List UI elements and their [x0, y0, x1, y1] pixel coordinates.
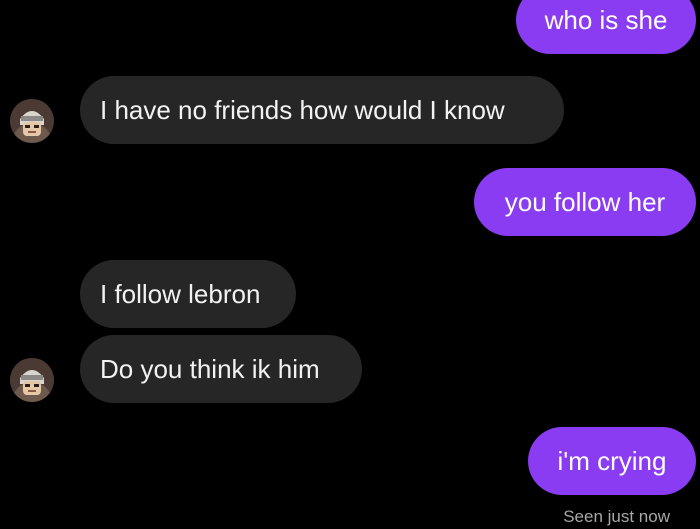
message-bubble-received[interactable]: I have no friends how would I know [80, 76, 564, 144]
contact-avatar-icon[interactable] [10, 358, 54, 402]
message-text: Do you think ik him [100, 354, 320, 384]
message-bubble-sent[interactable]: you follow her [474, 168, 696, 236]
message-text: who is she [544, 5, 668, 35]
message-bubble-sent[interactable]: i'm crying [528, 427, 696, 495]
seen-status: Seen just now [563, 507, 670, 526]
message-text: i'm crying [557, 446, 667, 476]
message-text: I have no friends how would I know [100, 95, 505, 125]
message-text: you follow her [504, 187, 666, 217]
message-bubble-sent[interactable]: who is she [516, 0, 696, 54]
profile-avatar-icon [10, 358, 54, 402]
message-bubble-received[interactable]: Do you think ik him [80, 335, 362, 403]
message-text: I follow lebron [100, 279, 261, 309]
contact-avatar-icon[interactable] [10, 99, 54, 143]
profile-avatar-icon [10, 99, 54, 143]
message-bubble-received[interactable]: I follow lebron [80, 260, 296, 328]
